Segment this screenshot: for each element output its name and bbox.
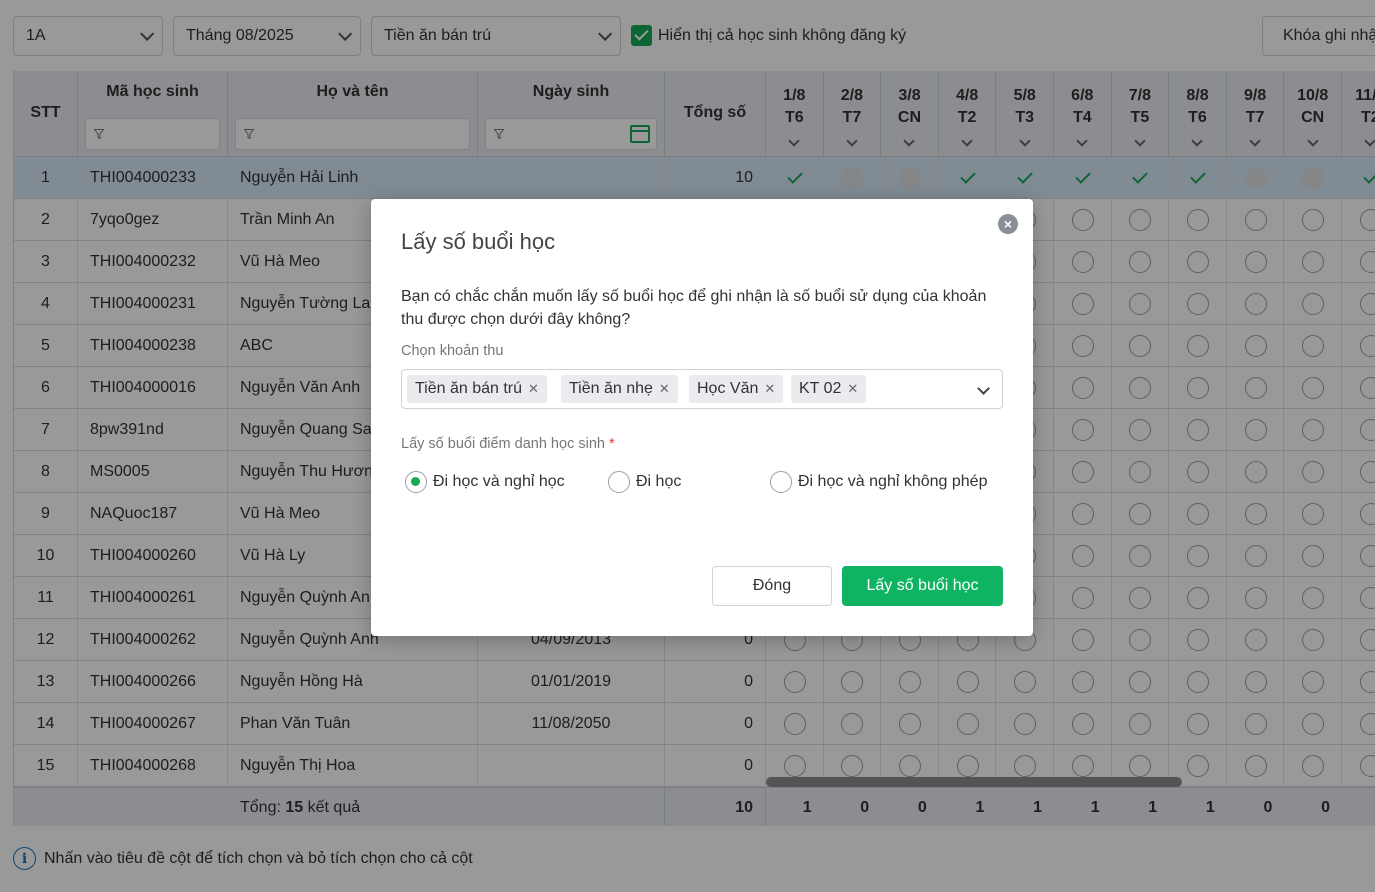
remove-tag-icon[interactable]: ✕	[847, 375, 858, 403]
remove-tag-icon[interactable]: ✕	[528, 375, 539, 403]
fee-multiselect[interactable]: Tiền ăn bán trú ✕ Tiền ăn nhẹ ✕ Học Văn ✕ K…	[401, 369, 1003, 409]
fetch-sessions-dialog: Lấy số buổi học × Bạn có chắc chắn muốn …	[371, 199, 1033, 636]
radio-checked-icon[interactable]	[405, 471, 427, 493]
remove-tag-icon[interactable]: ✕	[764, 375, 775, 403]
confirm-button[interactable]: Lấy số buổi học	[842, 566, 1003, 606]
fee-tag: KT 02 ✕	[791, 375, 867, 403]
fee-tag-label: Tiền ăn bán trú	[415, 380, 523, 397]
fee-tag-label: Tiền ăn nhẹ	[569, 380, 653, 397]
dialog-title: Lấy số buổi học	[401, 229, 556, 254]
cancel-button[interactable]: Đóng	[712, 566, 832, 606]
fee-tag: Tiền ăn nhẹ ✕	[561, 375, 678, 403]
fee-tag: Học Văn ✕	[689, 375, 784, 403]
mode-label: Lấy số buổi điểm danh học sinh *	[401, 436, 615, 452]
radio-attend[interactable]: Đi học	[608, 471, 681, 493]
radio-label: Đi học và nghỉ học	[433, 473, 565, 490]
radio-icon[interactable]	[770, 471, 792, 493]
close-icon[interactable]: ×	[998, 214, 1018, 234]
fee-tag-label: KT 02	[799, 380, 842, 397]
chevron-down-icon[interactable]	[977, 382, 990, 395]
mode-label-text: Lấy số buổi điểm danh học sinh	[401, 436, 605, 452]
radio-label: Đi học	[636, 473, 682, 490]
fee-label: Chọn khoản thu	[401, 343, 504, 359]
radio-attend-and-absent[interactable]: Đi học và nghỉ học	[405, 471, 565, 493]
radio-attend-and-unexcused[interactable]: Đi học và nghỉ không phép	[770, 471, 987, 493]
fee-tag: Tiền ăn bán trú ✕	[407, 375, 547, 403]
radio-label: Đi học và nghỉ không phép	[798, 473, 988, 490]
radio-icon[interactable]	[608, 471, 630, 493]
dialog-message: Bạn có chắc chắn muốn lấy số buổi học để…	[401, 288, 987, 328]
fee-tag-label: Học Văn	[697, 380, 759, 397]
required-mark: *	[608, 436, 615, 452]
remove-tag-icon[interactable]: ✕	[659, 375, 670, 403]
